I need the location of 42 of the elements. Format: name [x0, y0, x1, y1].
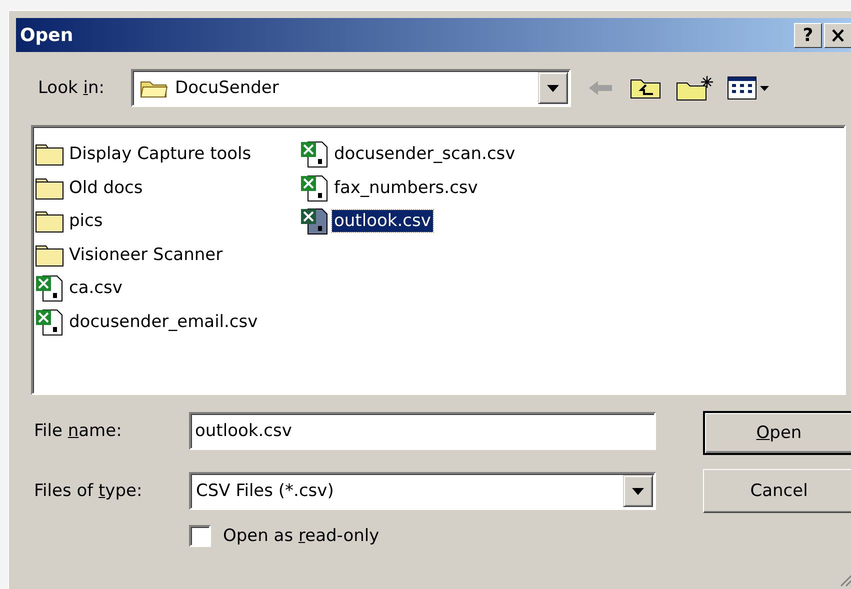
file-type-dropdown[interactable]: CSV Files (*.csv) [189, 472, 656, 510]
file-name-text: Display Capture tools [68, 143, 252, 165]
spreadsheet-file-icon [300, 207, 330, 235]
file-list-item[interactable]: Old docs [35, 172, 300, 202]
file-name-text: pics [68, 210, 104, 232]
folder-icon [35, 209, 65, 233]
spreadsheet-file-icon [35, 308, 65, 336]
file-list-item[interactable]: docusender_email.csv [35, 306, 300, 336]
file-type-label: Files of type: [34, 481, 144, 501]
spreadsheet-file-icon [300, 140, 330, 168]
file-list-item[interactable]: Display Capture tools [35, 139, 300, 169]
file-list-item[interactable]: outlook.csv [300, 206, 565, 236]
file-name-text: fax_numbers.csv [333, 176, 479, 198]
file-list-item[interactable]: fax_numbers.csv [300, 172, 565, 202]
file-list-item[interactable]: ca.csv [35, 273, 300, 303]
folder-icon [35, 142, 65, 166]
new-folder-icon[interactable] [675, 74, 715, 102]
file-name-text: outlook.csv [332, 210, 433, 232]
file-name-text: Old docs [68, 176, 144, 198]
window-title: Open [20, 24, 74, 46]
file-list-item[interactable]: docusender_scan.csv [300, 139, 565, 169]
file-list-item[interactable]: pics [35, 206, 300, 236]
look-in-dropdown[interactable]: DocuSender [131, 69, 571, 107]
look-in-label: Look in: [38, 78, 106, 98]
file-name-text: Visioneer Scanner [68, 244, 224, 266]
close-icon [831, 28, 845, 42]
folder-icon [35, 176, 65, 200]
file-name-text: docusender_scan.csv [333, 143, 516, 165]
read-only-label: Open as read-only [223, 526, 380, 546]
folder-icon [35, 242, 65, 266]
help-button[interactable]: ? [794, 22, 822, 48]
file-name-text: docusender_email.csv [68, 310, 259, 332]
file-list-item[interactable]: Visioneer Scanner [35, 240, 300, 270]
spreadsheet-file-icon [300, 174, 330, 202]
file-name-field[interactable]: outlook.csv [189, 412, 656, 450]
read-only-checkbox[interactable] [189, 525, 211, 547]
open-button[interactable]: Open [703, 411, 851, 455]
file-name-label: File name: [34, 421, 123, 441]
close-button[interactable] [824, 22, 851, 48]
cancel-button[interactable]: Cancel [703, 469, 851, 513]
file-name-text: ca.csv [68, 277, 124, 299]
spreadsheet-file-icon [35, 274, 65, 302]
